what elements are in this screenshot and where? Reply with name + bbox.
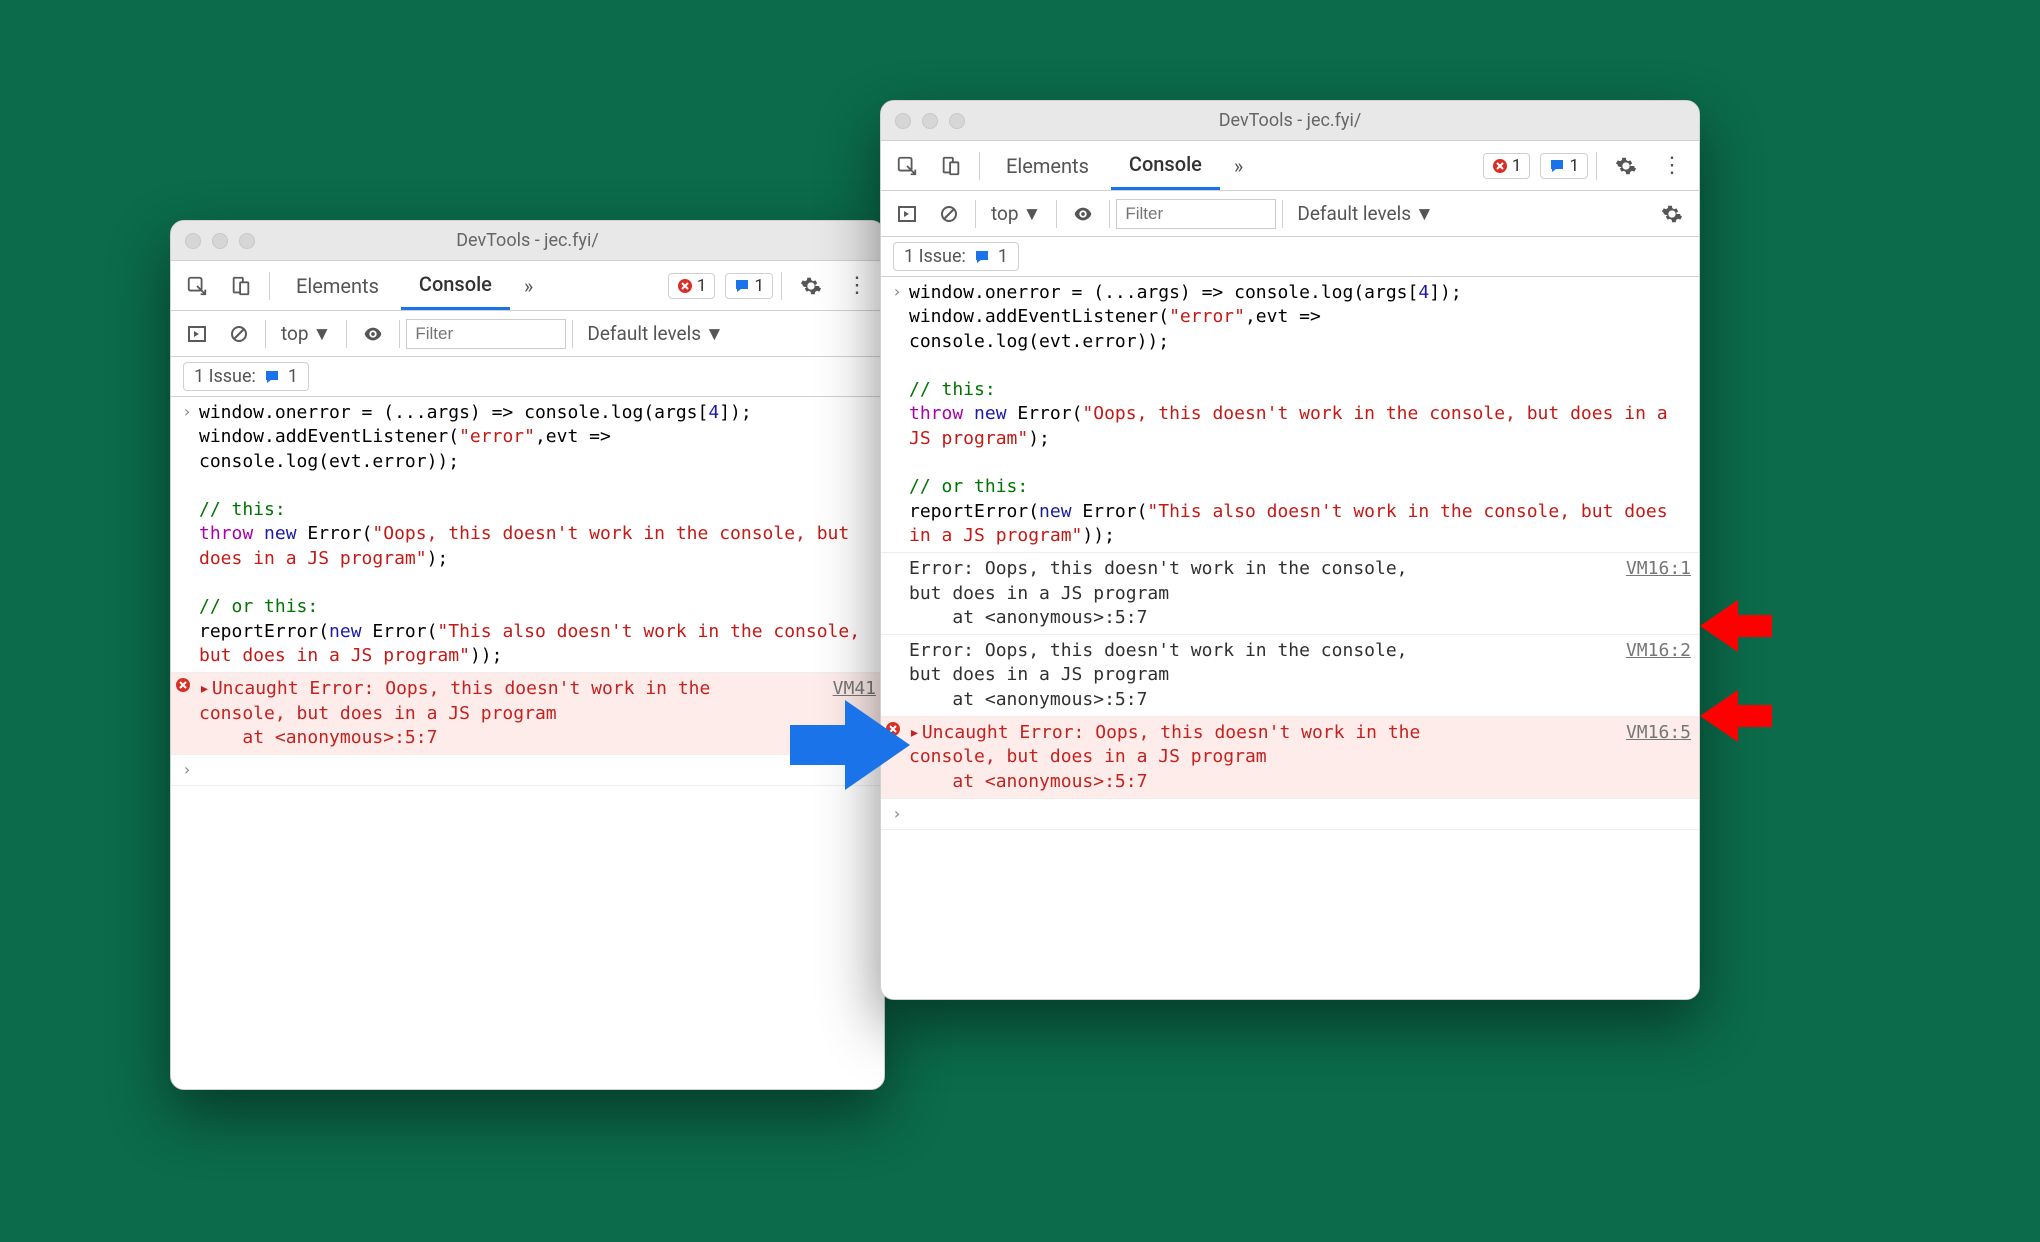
error-icon — [1492, 158, 1508, 174]
tab-console[interactable]: Console — [401, 261, 510, 310]
console-input-row[interactable]: › window.onerror = (...args) => console.… — [881, 277, 1699, 553]
console-prompt-row[interactable]: › — [881, 799, 1699, 830]
prompt-icon: › — [885, 281, 909, 548]
context-label: top — [281, 322, 309, 345]
panel-tabs: Elements Console » 1 1 ⋮ — [171, 261, 884, 311]
dropdown-icon: ▼ — [313, 322, 332, 346]
clear-console-icon[interactable] — [219, 314, 259, 354]
issues-bar: 1 Issue: 1 — [881, 237, 1699, 277]
live-expression-icon[interactable] — [1063, 194, 1103, 234]
live-expression-icon[interactable] — [353, 314, 393, 354]
issues-chip[interactable]: 1 Issue: 1 — [183, 362, 309, 391]
console-output: › window.onerror = (...args) => console.… — [881, 277, 1699, 999]
arrow-left-red-icon — [1700, 690, 1772, 742]
window-title: DevTools - jec.fyi/ — [881, 110, 1699, 131]
log-message: Error: Oops, this doesn't work in the co… — [909, 557, 1616, 630]
context-selector[interactable]: top ▼ — [272, 318, 340, 350]
close-dot[interactable] — [185, 233, 201, 249]
log-levels-selector[interactable]: Default levels ▼ — [1289, 202, 1441, 226]
devtools-window-before: DevTools - jec.fyi/ Elements Console » 1… — [170, 220, 885, 1090]
console-output: › window.onerror = (...args) => console.… — [171, 397, 884, 1089]
console-log-row[interactable]: Error: Oops, this doesn't work in the co… — [881, 553, 1699, 635]
issues-count: 1 — [288, 366, 298, 387]
devtools-window-after: DevTools - jec.fyi/ Elements Console » 1… — [880, 100, 1700, 1000]
traffic-lights — [895, 113, 965, 129]
source-link[interactable]: VM16:2 — [1616, 639, 1691, 712]
toggle-sidebar-icon[interactable] — [887, 194, 927, 234]
console-error-row[interactable]: Uncaught Error: Oops, this doesn't work … — [171, 673, 884, 755]
error-icon — [677, 278, 693, 294]
minimize-dot[interactable] — [922, 113, 938, 129]
message-icon — [1549, 158, 1565, 174]
error-message: Uncaught Error: Oops, this doesn't work … — [909, 721, 1616, 794]
kebab-menu-icon[interactable]: ⋮ — [1651, 153, 1693, 178]
filter-input[interactable] — [1116, 199, 1276, 229]
prompt-icon: › — [885, 803, 909, 825]
clear-console-icon[interactable] — [929, 194, 969, 234]
dropdown-icon: ▼ — [1023, 202, 1042, 226]
console-error-row[interactable]: Uncaught Error: Oops, this doesn't work … — [881, 717, 1699, 799]
prompt-icon: › — [175, 759, 199, 781]
dropdown-icon: ▼ — [705, 322, 724, 346]
error-count: 1 — [1512, 156, 1522, 176]
titlebar: DevTools - jec.fyi/ — [171, 221, 884, 261]
console-toolbar: top ▼ Default levels ▼ — [881, 191, 1699, 237]
tab-console[interactable]: Console — [1111, 141, 1220, 190]
issues-bar: 1 Issue: 1 — [171, 357, 884, 397]
context-selector[interactable]: top ▼ — [982, 198, 1050, 230]
settings-icon[interactable] — [790, 275, 832, 297]
kebab-menu-icon[interactable]: ⋮ — [836, 273, 878, 298]
more-tabs-icon[interactable]: » — [514, 261, 543, 310]
tab-elements[interactable]: Elements — [278, 261, 397, 310]
log-levels-selector[interactable]: Default levels ▼ — [579, 322, 731, 346]
error-count-badge[interactable]: 1 — [668, 273, 716, 299]
console-settings-icon[interactable] — [1651, 203, 1693, 225]
inspect-icon[interactable] — [177, 266, 217, 306]
error-count: 1 — [697, 276, 707, 296]
zoom-dot[interactable] — [239, 233, 255, 249]
filter-input[interactable] — [406, 319, 566, 349]
message-count: 1 — [1569, 156, 1579, 176]
traffic-lights — [185, 233, 255, 249]
source-link[interactable]: VM16:5 — [1616, 721, 1691, 794]
dropdown-icon: ▼ — [1415, 202, 1434, 226]
message-count-badge[interactable]: 1 — [1540, 153, 1588, 179]
arrow-left-red-icon — [1700, 600, 1772, 652]
issues-label: 1 Issue: — [194, 366, 256, 387]
minimize-dot[interactable] — [212, 233, 228, 249]
toggle-sidebar-icon[interactable] — [177, 314, 217, 354]
settings-icon[interactable] — [1605, 155, 1647, 177]
message-icon — [974, 249, 990, 265]
arrow-right-blue-icon — [790, 700, 910, 790]
console-log-row[interactable]: Error: Oops, this doesn't work in the co… — [881, 635, 1699, 717]
more-tabs-icon[interactable]: » — [1224, 141, 1253, 190]
issues-chip[interactable]: 1 Issue: 1 — [893, 242, 1019, 271]
code-input: window.onerror = (...args) => console.lo… — [909, 281, 1691, 548]
device-toggle-icon[interactable] — [221, 266, 261, 306]
levels-label: Default levels — [587, 322, 701, 345]
message-count-badge[interactable]: 1 — [725, 273, 773, 299]
log-message: Error: Oops, this doesn't work in the co… — [909, 639, 1616, 712]
source-link[interactable]: VM16:1 — [1616, 557, 1691, 630]
device-toggle-icon[interactable] — [931, 146, 971, 186]
panel-tabs: Elements Console » 1 1 ⋮ — [881, 141, 1699, 191]
console-toolbar: top ▼ Default levels ▼ — [171, 311, 884, 357]
window-title: DevTools - jec.fyi/ — [171, 230, 884, 251]
code-input: window.onerror = (...args) => console.lo… — [199, 401, 876, 668]
titlebar: DevTools - jec.fyi/ — [881, 101, 1699, 141]
message-icon — [734, 278, 750, 294]
tab-elements[interactable]: Elements — [988, 141, 1107, 190]
error-count-badge[interactable]: 1 — [1483, 153, 1531, 179]
error-icon — [175, 677, 199, 750]
prompt-icon: › — [175, 401, 199, 668]
close-dot[interactable] — [895, 113, 911, 129]
message-icon — [264, 369, 280, 385]
message-count: 1 — [754, 276, 764, 296]
error-message: Uncaught Error: Oops, this doesn't work … — [199, 677, 823, 750]
zoom-dot[interactable] — [949, 113, 965, 129]
inspect-icon[interactable] — [887, 146, 927, 186]
console-prompt-row[interactable]: › — [171, 755, 884, 786]
console-input-row[interactable]: › window.onerror = (...args) => console.… — [171, 397, 884, 673]
